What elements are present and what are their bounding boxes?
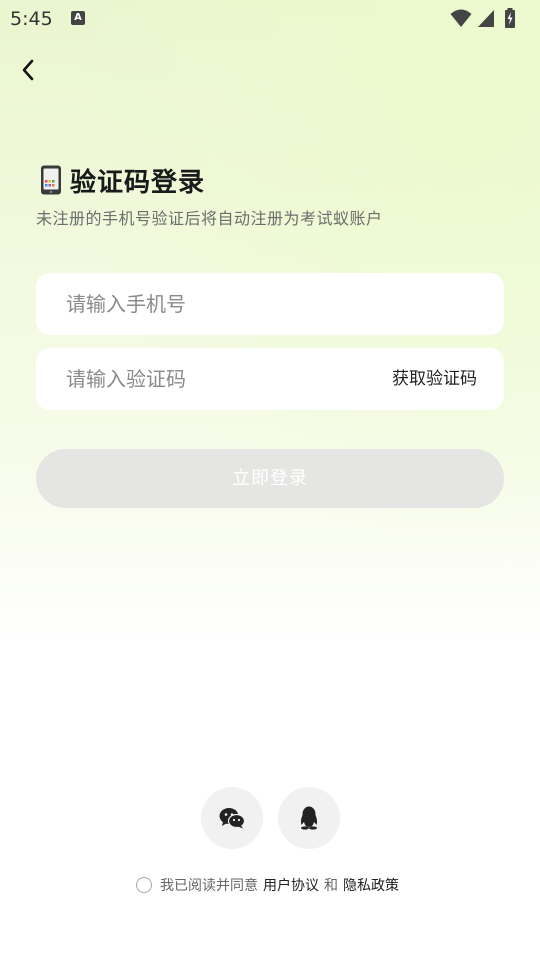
page-title: 验证码登录	[70, 167, 206, 198]
notification-icon: A	[71, 11, 85, 25]
wechat-login-button[interactable]	[201, 787, 263, 849]
qq-icon	[300, 806, 318, 830]
agreement-checkbox[interactable]	[136, 877, 152, 893]
code-field-container: 获取验证码	[36, 348, 504, 410]
privacy-policy-link[interactable]: 隐私政策	[343, 875, 399, 895]
wechat-icon	[219, 808, 245, 829]
status-time: 5:45	[10, 8, 53, 30]
battery-icon	[505, 8, 515, 28]
phone-input[interactable]	[66, 273, 486, 335]
chevron-left-icon	[22, 59, 34, 81]
user-agreement-link[interactable]: 用户协议	[263, 875, 319, 895]
cell-signal-icon	[478, 10, 494, 27]
back-button[interactable]	[12, 54, 44, 86]
page-title-row: 验证码登录	[40, 163, 206, 198]
page-subtitle: 未注册的手机号验证后将自动注册为考试蚁账户	[36, 209, 383, 228]
status-icons	[450, 8, 530, 28]
wifi-icon	[450, 9, 472, 27]
agreement-prefix: 我已阅读并同意	[160, 878, 258, 894]
get-code-button[interactable]: 获取验证码	[392, 348, 477, 410]
qq-login-button[interactable]	[278, 787, 340, 849]
status-bar: 5:45 A	[0, 0, 540, 36]
phone-icon	[41, 165, 61, 195]
agreement-conjunction: 和	[324, 878, 338, 894]
login-button[interactable]: 立即登录	[36, 449, 504, 508]
agreement-row: 我已阅读并同意 用户协议 和 隐私政策	[0, 874, 540, 896]
phone-field-container	[36, 273, 504, 335]
verification-code-input[interactable]	[66, 348, 366, 410]
